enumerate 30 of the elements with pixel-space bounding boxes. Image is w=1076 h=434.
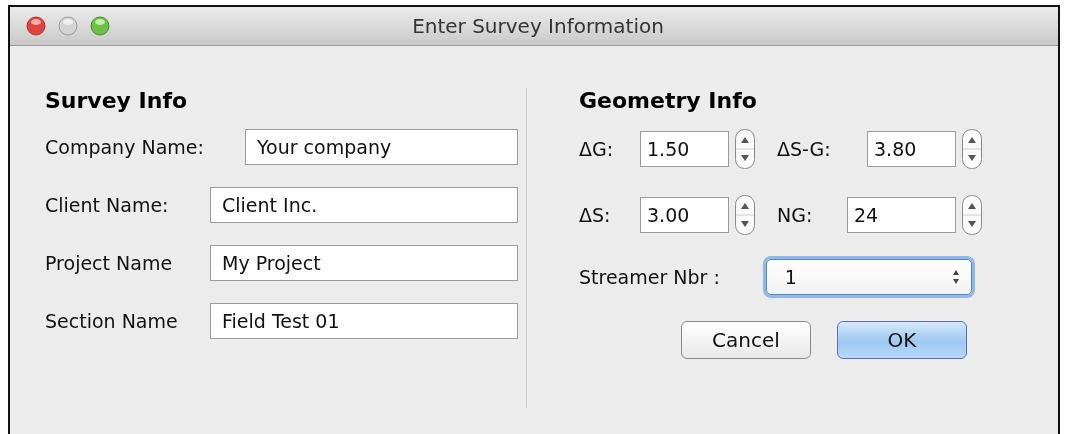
section-heading: Survey Info bbox=[45, 88, 189, 113]
close-icon[interactable] bbox=[26, 16, 46, 36]
zoom-icon[interactable] bbox=[90, 16, 110, 36]
input-field[interactable]: Your company bbox=[245, 129, 518, 165]
field-label: ΔS: bbox=[579, 204, 612, 226]
field-label: NG: bbox=[777, 204, 814, 226]
number-field[interactable]: 1.50 bbox=[640, 131, 729, 167]
field-label: Company Name: bbox=[45, 136, 204, 158]
number-field[interactable]: 24 bbox=[847, 197, 956, 233]
field-label: Section Name bbox=[45, 310, 178, 332]
stepper-icon[interactable] bbox=[962, 195, 982, 235]
number-field[interactable]: 3.00 bbox=[640, 197, 729, 233]
stepper-icon[interactable] bbox=[735, 195, 755, 235]
field-label: Streamer Nbr : bbox=[579, 266, 720, 288]
input-field[interactable]: Client Inc. bbox=[210, 187, 518, 223]
dialog-button[interactable]: Cancel bbox=[681, 321, 811, 359]
field-label: Project Name bbox=[45, 252, 173, 274]
input-field[interactable]: Field Test 01 bbox=[210, 303, 518, 339]
chevron-updown-icon bbox=[950, 269, 961, 285]
field-label: ΔS-G: bbox=[777, 138, 832, 160]
input-field[interactable]: My Project bbox=[210, 245, 518, 281]
dropdown[interactable]: 1 bbox=[765, 259, 972, 295]
stepper-icon[interactable] bbox=[735, 129, 755, 169]
field-label: Client Name: bbox=[45, 194, 169, 216]
field-label: ΔG: bbox=[579, 138, 615, 160]
stepper-icon[interactable] bbox=[962, 129, 982, 169]
window-title: Enter Survey Information bbox=[411, 14, 665, 38]
section-heading: Geometry Info bbox=[579, 88, 758, 113]
dialog-button[interactable]: OK bbox=[837, 321, 967, 359]
number-field[interactable]: 3.80 bbox=[867, 131, 956, 167]
